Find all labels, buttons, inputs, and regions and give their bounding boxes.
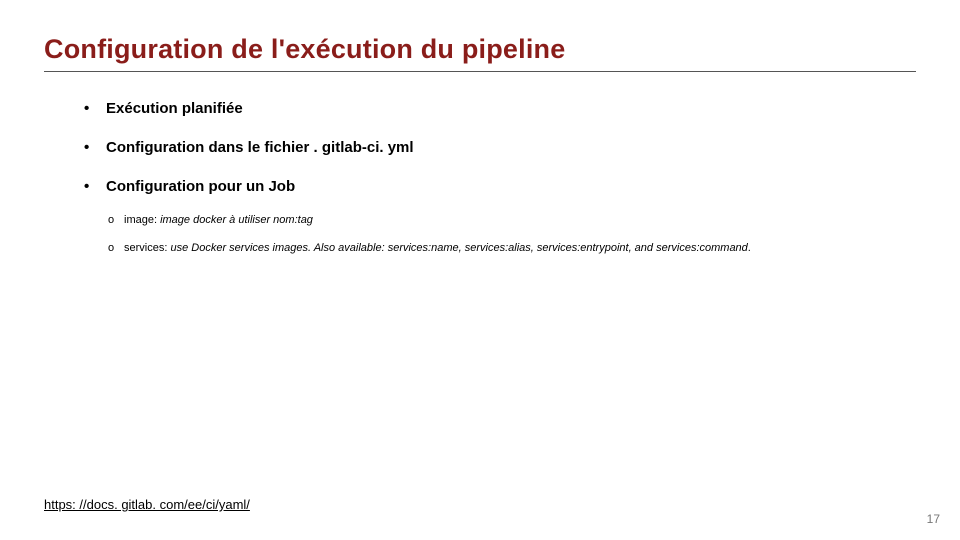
bullet-text: Configuration dans le fichier: [106, 139, 309, 156]
bullet-item: Exécution planifiée: [84, 100, 916, 117]
slide: Configuration de l'exécution du pipeline…: [0, 0, 960, 540]
sub-bullet-item: image: image docker à utiliser nom:tag: [108, 213, 916, 227]
docs-link[interactable]: https: //docs. gitlab. com/ee/ci/yaml/: [44, 497, 250, 512]
bullet-item: Configuration dans le fichier . gitlab-c…: [84, 139, 916, 156]
sub-bullet-item: services: use Docker services images. Al…: [108, 241, 916, 255]
sub-lead: services:: [124, 242, 170, 254]
slide-title: Configuration de l'exécution du pipeline: [44, 34, 916, 72]
sub-lead: image:: [124, 214, 160, 226]
filename-text: . gitlab-ci. yml: [314, 139, 414, 156]
sub-rest: use Docker services images. Also availab…: [170, 242, 747, 254]
sub-suffix: .: [748, 242, 751, 254]
page-number: 17: [927, 512, 940, 526]
sub-bullet-list: image: image docker à utiliser nom:tag s…: [108, 213, 916, 256]
bullet-list: Exécution planifiée Configuration dans l…: [84, 100, 916, 195]
bullet-item: Configuration pour un Job: [84, 178, 916, 195]
sub-rest: image docker à utiliser nom:tag: [160, 214, 313, 226]
